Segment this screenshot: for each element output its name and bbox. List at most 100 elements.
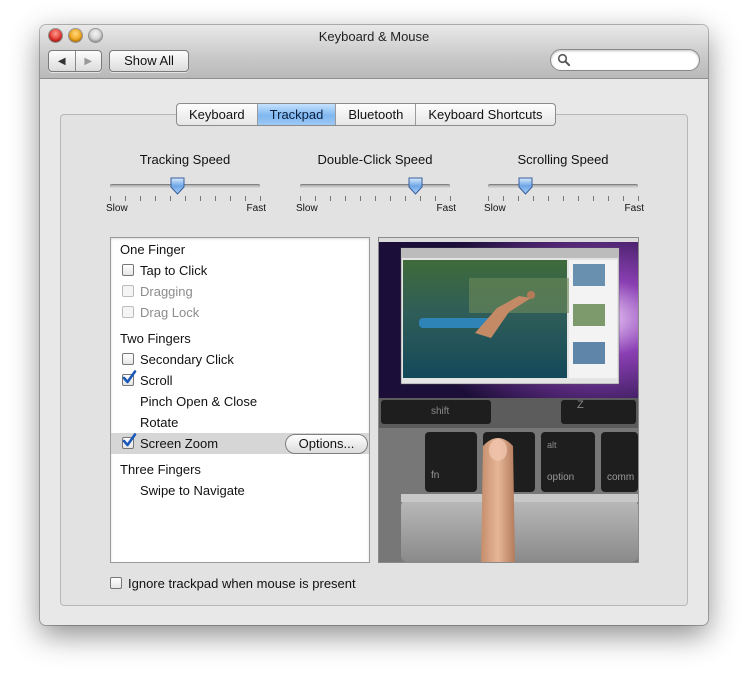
scrolling-speed-slider-group: Scrolling Speed Slow Fast	[484, 152, 644, 214]
screen-zoom-options-button[interactable]: Options...	[285, 434, 368, 454]
scrolling-speed-ticks	[488, 196, 639, 202]
forward-arrow-icon: ▶	[84, 55, 93, 67]
search-field[interactable]	[550, 49, 700, 71]
key-option-label: option	[547, 472, 574, 483]
back-forward-control: ◀ ▶	[48, 50, 102, 72]
screen-zoom-label: Screen Zoom	[140, 436, 219, 451]
slider-tick	[563, 196, 564, 201]
drag-lock-label: Drag Lock	[140, 305, 200, 320]
slider-tick	[375, 196, 376, 201]
scrolling-speed-thumb[interactable]	[518, 177, 533, 195]
tracking-speed-ticks	[110, 196, 261, 202]
rotate-label: Rotate	[140, 415, 179, 430]
tab-keyboard[interactable]: Keyboard	[177, 104, 257, 125]
slider-tick	[345, 196, 346, 201]
tracking-speed-label: Tracking Speed	[139, 152, 231, 167]
dragging-label: Dragging	[140, 284, 193, 299]
double-click-speed-label: Double-Click Speed	[317, 152, 433, 167]
show-all-button[interactable]: Show All	[109, 50, 189, 72]
slider-tick	[503, 196, 504, 201]
tracking-speed-max-label: Fast	[246, 203, 266, 214]
key-alt-label: alt	[547, 440, 557, 450]
slider-tick	[110, 196, 111, 201]
tab-trackpad[interactable]: Trackpad	[256, 104, 336, 125]
pinch-label: Pinch Open & Close	[140, 394, 258, 409]
slider-tick	[578, 196, 579, 201]
double-click-speed-ticks	[300, 196, 451, 202]
slider-tick	[405, 196, 406, 201]
tap-to-click-label: Tap to Click	[140, 263, 208, 278]
slider-tick	[245, 196, 246, 201]
slider-tick	[533, 196, 534, 201]
forward-button[interactable]: ▶	[74, 51, 102, 71]
slider-tick	[435, 196, 436, 201]
double-click-speed-slider-group: Double-Click Speed Slow Fast	[296, 152, 456, 214]
three-fingers-header: Three Fingers	[120, 462, 201, 477]
tracking-speed-thumb[interactable]	[170, 177, 185, 195]
secondary-click-row[interactable]: Secondary Click	[111, 349, 369, 370]
slider-tick	[608, 196, 609, 201]
ignore-trackpad-checkbox[interactable]	[110, 577, 122, 589]
double-click-speed-track[interactable]	[300, 184, 450, 188]
one-finger-header: One Finger	[120, 242, 186, 257]
tap-to-click-checkbox[interactable]	[122, 264, 134, 276]
slider-tick	[360, 196, 361, 201]
dragging-checkbox	[122, 285, 134, 297]
back-button[interactable]: ◀	[49, 51, 75, 71]
back-arrow-icon: ◀	[57, 55, 66, 67]
scroll-row[interactable]: Scroll	[111, 370, 369, 391]
tracking-speed-track[interactable]	[110, 184, 260, 188]
secondary-click-checkbox[interactable]	[122, 353, 134, 365]
slider-tick	[315, 196, 316, 201]
slider-tick	[125, 196, 126, 201]
ignore-trackpad-label: Ignore trackpad when mouse is present	[128, 576, 356, 591]
slider-tick	[140, 196, 141, 201]
slider-tick	[420, 196, 421, 201]
slider-tick	[185, 196, 186, 201]
drag-lock-row: Drag Lock	[111, 302, 369, 323]
dragging-row: Dragging	[111, 281, 369, 302]
search-icon	[557, 53, 571, 67]
screen-zoom-row[interactable]: Screen Zoom Options...	[111, 433, 369, 454]
slider-tick	[518, 196, 519, 201]
scrolling-speed-track[interactable]	[488, 184, 638, 188]
key-fn-label: fn	[431, 470, 439, 481]
double-click-speed-thumb[interactable]	[408, 177, 423, 195]
drag-lock-checkbox	[122, 306, 134, 318]
scrolling-speed-min-label: Slow	[484, 203, 506, 214]
scroll-label: Scroll	[140, 373, 173, 388]
slider-tick	[300, 196, 301, 201]
slider-tick	[200, 196, 201, 201]
slider-tick	[593, 196, 594, 201]
trackpad-preview-illustration: shift fn alt option comm Z	[379, 238, 638, 562]
gesture-options-list: One Finger Tap to Click Dragging Drag Lo…	[110, 237, 370, 563]
rotate-row[interactable]: Rotate	[111, 412, 369, 433]
slider-tick	[155, 196, 156, 201]
slider-tick	[230, 196, 231, 201]
two-fingers-header: Two Fingers	[120, 331, 191, 346]
window-title: Keyboard & Mouse	[318, 29, 430, 44]
tap-to-click-row[interactable]: Tap to Click	[111, 260, 369, 281]
scrolling-speed-max-label: Fast	[624, 203, 644, 214]
slider-tick	[488, 196, 489, 201]
key-z-label: Z	[577, 399, 584, 411]
tracking-speed-min-label: Slow	[106, 203, 128, 214]
slider-tick	[390, 196, 391, 201]
double-click-speed-max-label: Fast	[436, 203, 456, 214]
slider-tick	[638, 196, 639, 201]
slider-tick	[330, 196, 331, 201]
secondary-click-label: Secondary Click	[140, 352, 234, 367]
tab-bluetooth[interactable]: Bluetooth	[335, 104, 415, 125]
pinch-row[interactable]: Pinch Open & Close	[111, 391, 369, 412]
swipe-row[interactable]: Swipe to Navigate	[111, 480, 369, 501]
checkmark-icon	[122, 370, 137, 384]
scrolling-speed-label: Scrolling Speed	[517, 152, 609, 167]
slider-tick	[260, 196, 261, 201]
key-shift-label: shift	[431, 406, 450, 417]
slider-tick	[450, 196, 451, 201]
tab-keyboard-shortcuts[interactable]: Keyboard Shortcuts	[415, 104, 554, 125]
slider-tick	[170, 196, 171, 201]
tab-bar: Keyboard Trackpad Bluetooth Keyboard Sho…	[176, 103, 556, 126]
slider-tick	[215, 196, 216, 201]
preferences-window: Keyboard & Mouse ◀ ▶ Show All Keyboard T…	[40, 25, 708, 625]
